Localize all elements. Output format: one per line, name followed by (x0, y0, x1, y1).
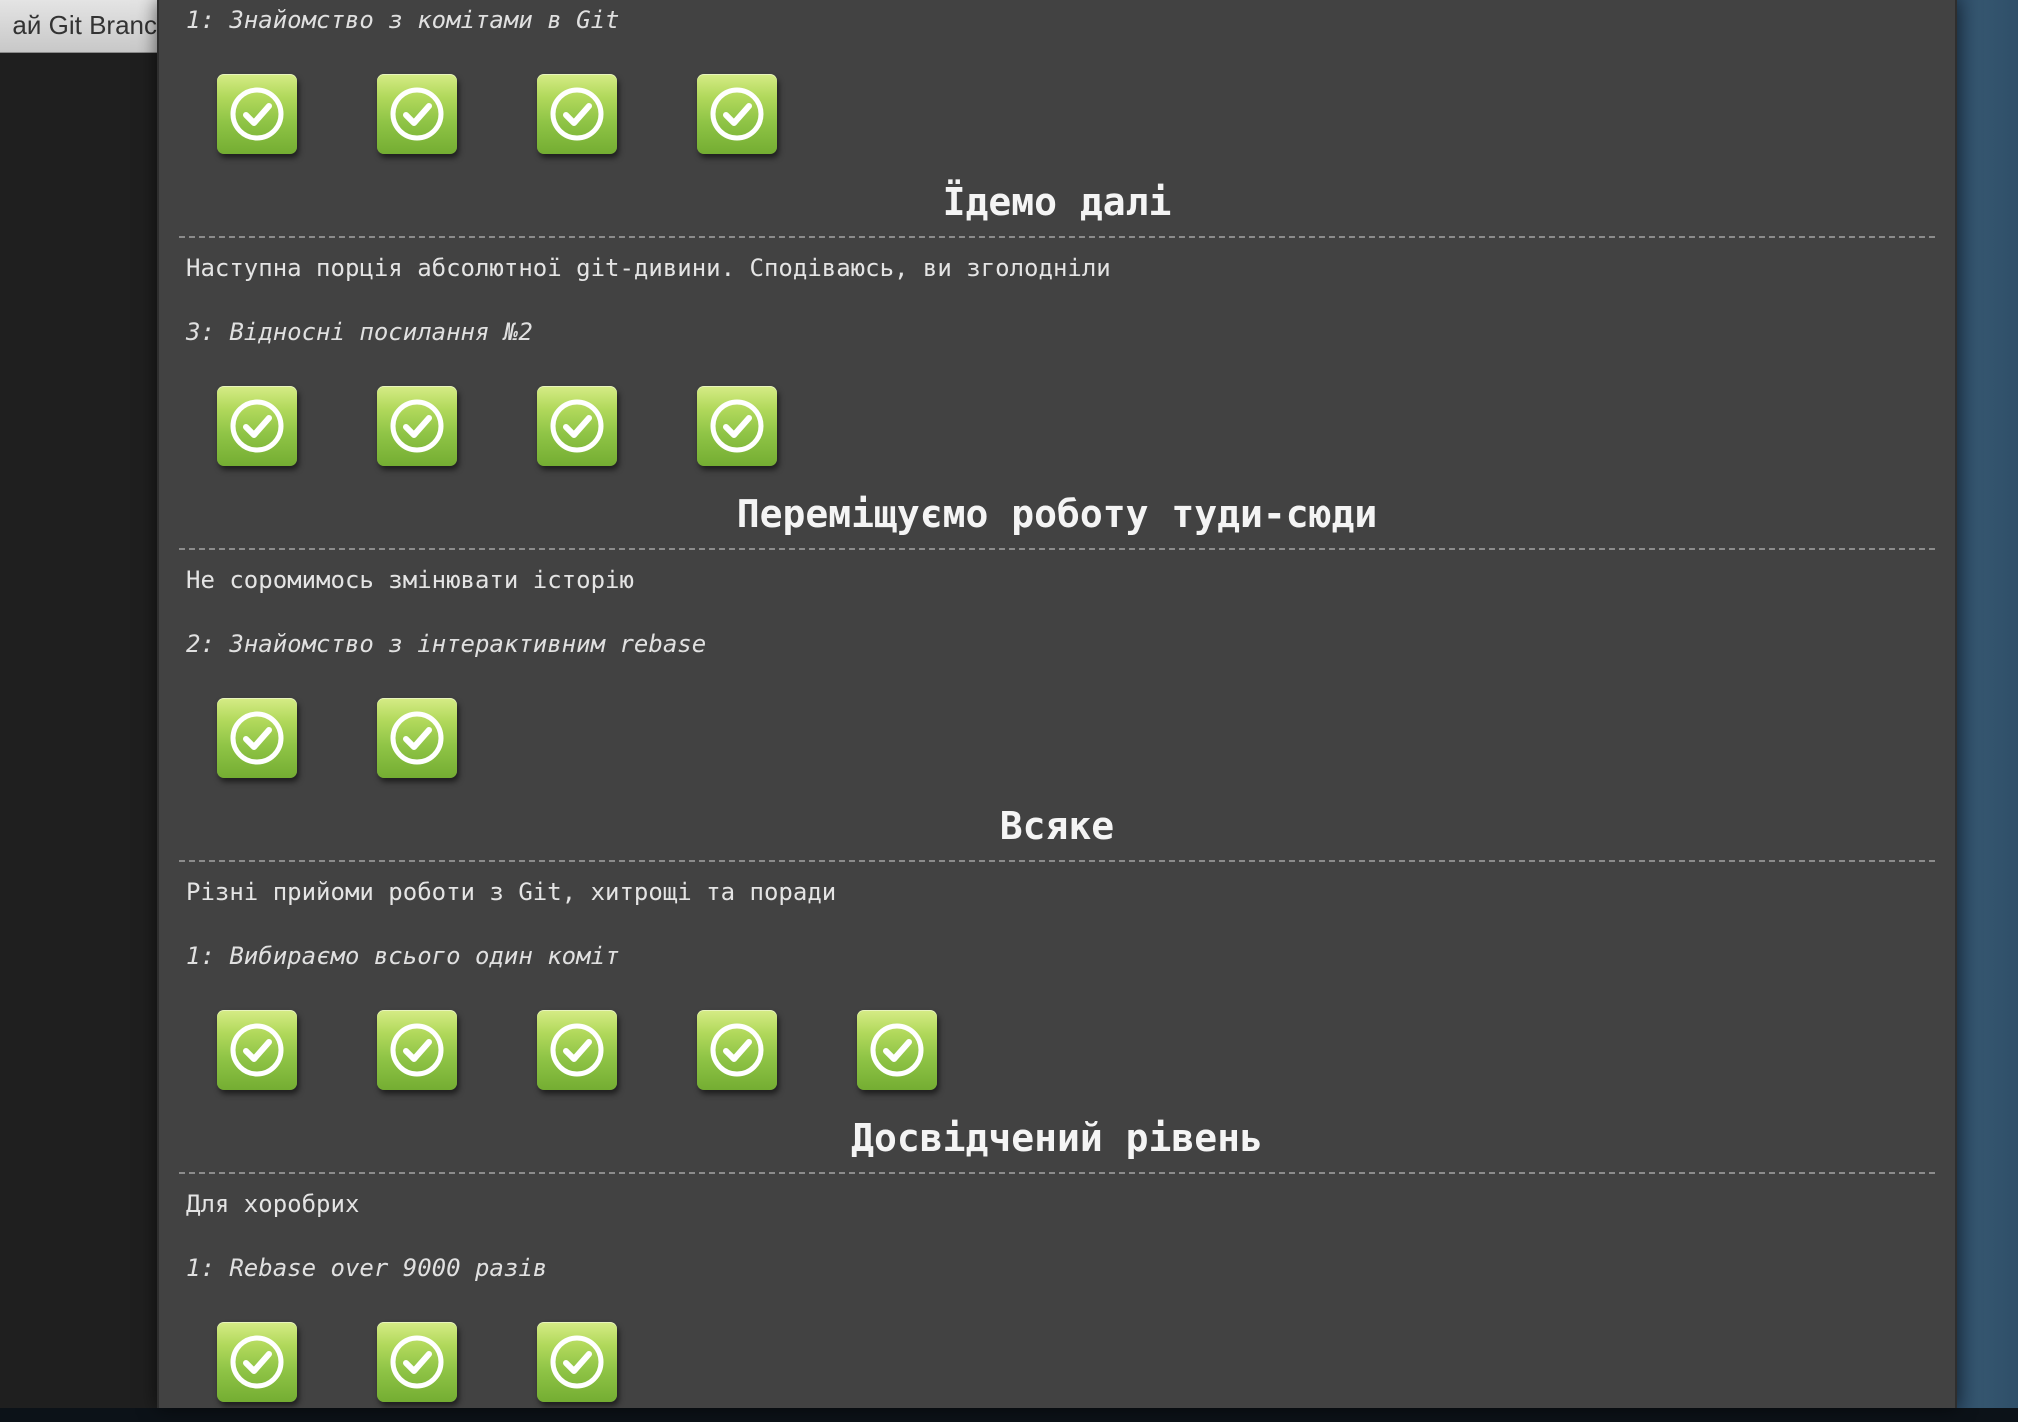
check-circle-icon (710, 399, 764, 453)
level-button-completed[interactable] (697, 386, 777, 466)
check-circle-icon (390, 399, 444, 453)
check-circle-icon (390, 1335, 444, 1389)
check-circle-icon (550, 87, 604, 141)
level-button-completed[interactable] (857, 1010, 937, 1090)
section-divider (179, 548, 1935, 550)
level-button-completed[interactable] (217, 386, 297, 466)
level-name: 2: Знайомство з інтерактивним rebase (186, 630, 707, 658)
check-circle-icon (870, 1023, 924, 1077)
level-button-completed[interactable] (697, 74, 777, 154)
level-button-completed[interactable] (537, 386, 617, 466)
section-title: Переміщуємо роботу туди-сюди (736, 492, 1378, 536)
bottom-bar (0, 1408, 2018, 1422)
check-circle-icon (550, 1023, 604, 1077)
level-button-completed[interactable] (217, 1010, 297, 1090)
level-name: 1: Вибираємо всього один коміт (186, 942, 620, 970)
check-circle-icon (390, 87, 444, 141)
section-divider (179, 1172, 1935, 1174)
check-circle-icon (550, 1335, 604, 1389)
check-circle-icon (230, 87, 284, 141)
level-name: 3: Відносні посилання №2 (186, 318, 533, 346)
check-circle-icon (230, 711, 284, 765)
level-button-completed[interactable] (537, 74, 617, 154)
level-button-completed[interactable] (377, 1322, 457, 1402)
check-circle-icon (550, 399, 604, 453)
section-title: Всяке (999, 804, 1115, 848)
background-right-strip (1953, 0, 2018, 1422)
level-button-completed[interactable] (377, 74, 457, 154)
background-window (0, 0, 160, 1422)
section-description: Для хоробрих (186, 1190, 360, 1218)
check-circle-icon (230, 399, 284, 453)
check-circle-icon (230, 1335, 284, 1389)
background-browser-tab[interactable]: ай Git Branc (0, 0, 166, 53)
check-circle-icon (710, 87, 764, 141)
level-button-completed[interactable] (217, 1322, 297, 1402)
section-divider (179, 860, 1935, 862)
section-title: Їдемо далі (942, 180, 1172, 224)
background-tab-label: ай Git Branc (12, 10, 157, 40)
check-circle-icon (390, 711, 444, 765)
section-title: Досвідчений рівень (851, 1116, 1263, 1160)
section-description: Різні прийоми роботи з Git, хитрощі та п… (186, 878, 837, 906)
level-button-completed[interactable] (217, 74, 297, 154)
check-circle-icon (710, 1023, 764, 1077)
level-button-completed[interactable] (377, 386, 457, 466)
level-button-completed[interactable] (217, 698, 297, 778)
level-button-completed[interactable] (377, 1010, 457, 1090)
level-button-completed[interactable] (697, 1010, 777, 1090)
check-circle-icon (390, 1023, 444, 1077)
level-select-dialog: 1: Знайомство з комітами в Git Їдемо дал… (157, 0, 1957, 1408)
level-name: 1: Rebase over 9000 разів (186, 1254, 548, 1282)
level-button-completed[interactable] (537, 1010, 617, 1090)
level-button-completed[interactable] (377, 698, 457, 778)
level-button-completed[interactable] (537, 1322, 617, 1402)
section-divider (179, 236, 1935, 238)
section-description: Наступна порція абсолютної git-дивини. С… (186, 254, 1111, 282)
section-description: Не соромимось змінювати історію (186, 566, 634, 594)
check-circle-icon (230, 1023, 284, 1077)
level-name: 1: Знайомство з комітами в Git (186, 6, 620, 34)
